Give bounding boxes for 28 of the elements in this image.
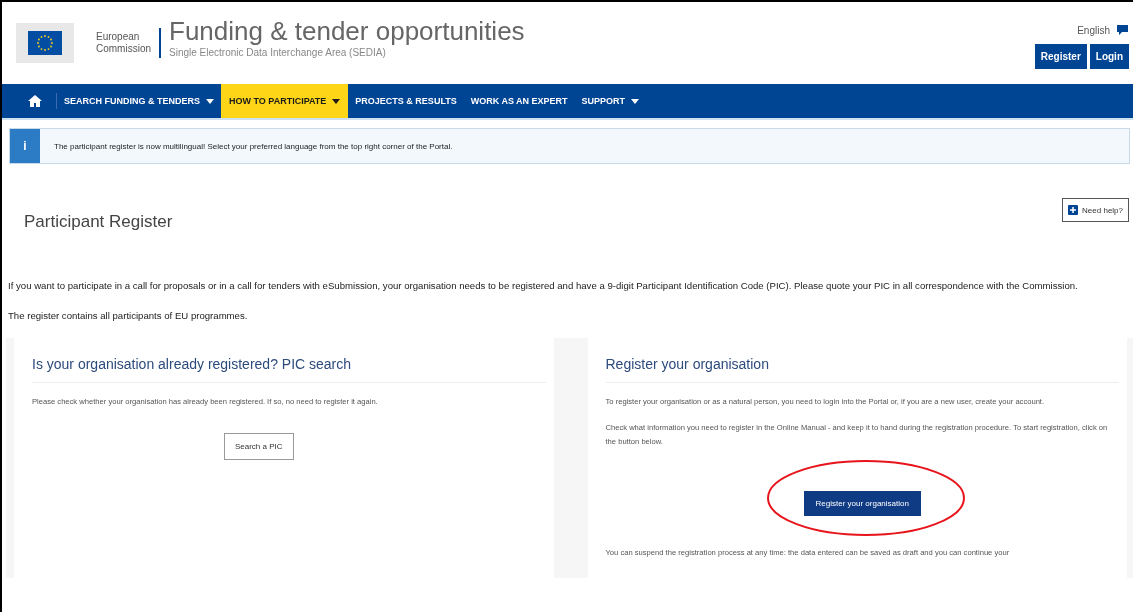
- intro-paragraph: The register contains all participants of EU programmes.: [8, 309, 249, 323]
- logo-text: Commission: [96, 43, 151, 55]
- speech-bubble-icon: [1116, 24, 1129, 36]
- info-icon: i: [10, 129, 40, 163]
- card-title: Register your organisation: [605, 356, 1119, 383]
- logo-text: European: [96, 31, 141, 43]
- language-selector[interactable]: English: [1077, 24, 1110, 36]
- nav-tab[interactable]: SEARCH FUNDING & TENDERS: [57, 84, 221, 118]
- nav-tab[interactable]: HOW TO PARTICIPATE: [221, 84, 349, 118]
- page-title: Participant Register: [24, 212, 173, 232]
- eu-flag-logo-drawing: [16, 23, 74, 63]
- info-message: The participant register is now multilingual! Select your preferred language from the top right corner of the Portal.: [54, 141, 453, 151]
- site-subtitle: Single Electronic Data Interchange Area (SEDIA): [169, 47, 387, 58]
- card-title: Is your organisation already registered? PIC search: [32, 356, 546, 383]
- caret-icon: [631, 98, 640, 104]
- nav-tab[interactable]: SUPPORT: [574, 84, 647, 118]
- nav-tab[interactable]: WORK AS AN EXPERT: [463, 84, 575, 118]
- caret-icon: [332, 98, 341, 104]
- plus-square-icon: [1068, 205, 1079, 215]
- card-button[interactable]: Search a PIC: [223, 433, 294, 460]
- header-button[interactable]: Register: [1034, 44, 1087, 69]
- intro-paragraph: If you want to participate in a call for proposals or in a call for tenders with eSubmission, your organisation needs to be registered and have a 9-digit Participant Identification Code (PIC). Please quote your PIC in all correspondence with the Commission.: [8, 279, 1079, 293]
- caret-icon: [206, 98, 214, 104]
- site-title: Funding & tender opportunities: [169, 16, 525, 47]
- nav-tab[interactable]: PROJECTS & RESULTS: [348, 84, 464, 118]
- header-button[interactable]: Login: [1089, 44, 1129, 69]
- help-button[interactable]: Need help?: [1062, 198, 1129, 222]
- card-button[interactable]: Register your organisation: [803, 491, 921, 516]
